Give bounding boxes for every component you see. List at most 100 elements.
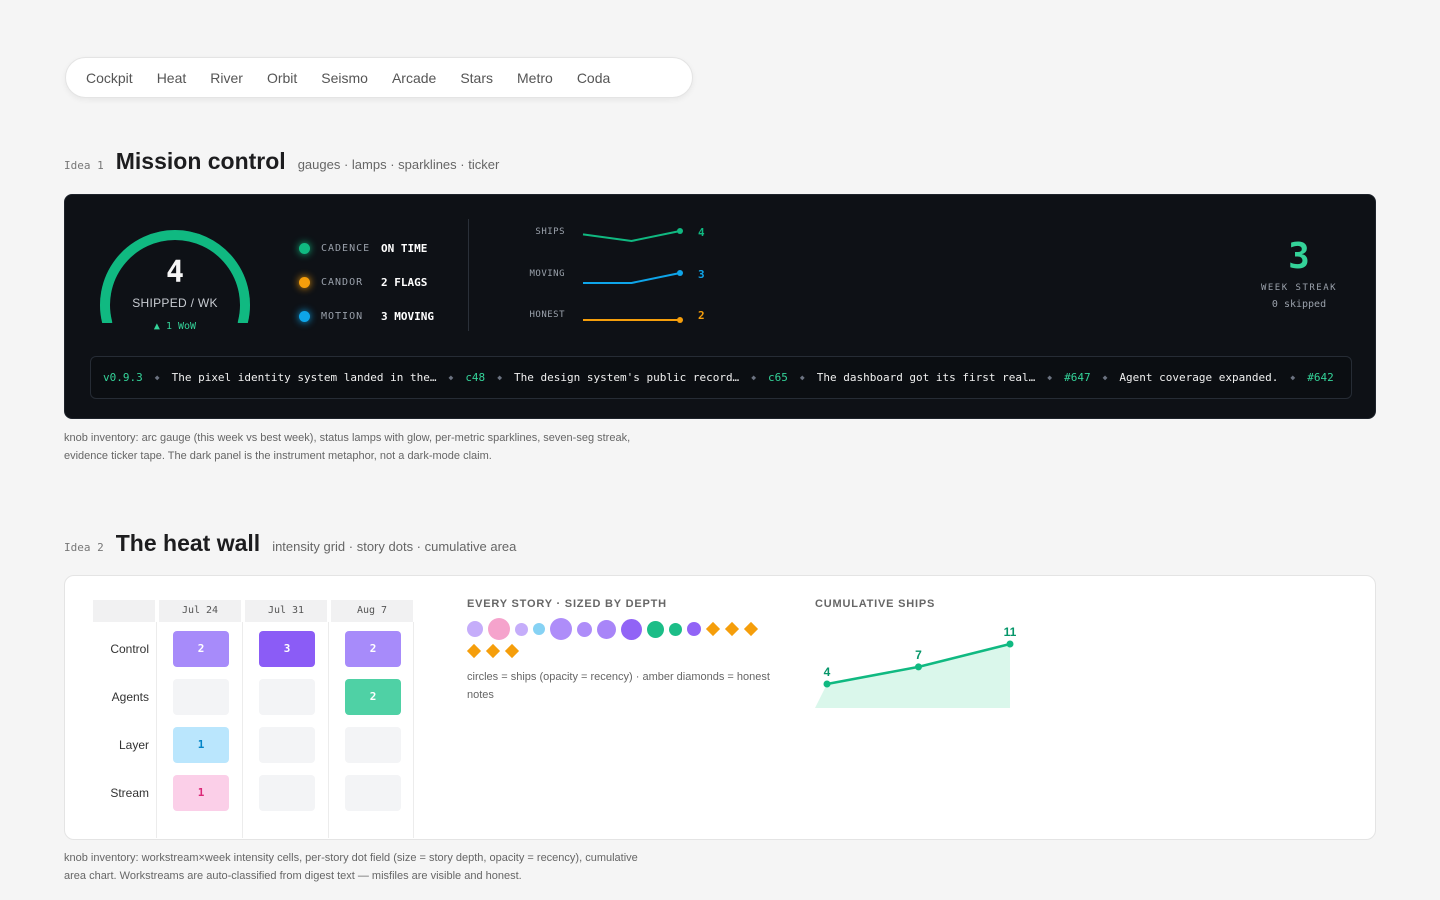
honest-note-diamond[interactable] [466,643,482,659]
streak-label: WEEK STREAK [1260,283,1338,293]
lamp-candor-indicator [299,276,310,288]
lamp-motion-name: MOTION [321,310,364,322]
cumulative-ships: CUMULATIVE SHIPS 4 7 11 [815,598,1075,721]
idea2-note: knob inventory: workstream×week intensit… [64,849,638,885]
honest-note-diamond[interactable] [724,621,740,637]
week-header: Aug 7 [331,600,413,622]
streak-sub: 0 skipped [1271,299,1327,310]
grid-line [242,622,243,838]
ticker-separator: ◆ [497,373,503,382]
week-header: Jul 24 [159,600,241,622]
spark-honest-value: 2 [698,309,705,322]
cumulative-label: 11 [1004,625,1017,639]
heat-cell[interactable] [259,727,315,763]
heat-cell[interactable]: 2 [345,631,401,667]
idea1-index: Idea 1 [64,159,104,172]
sparkline-chart [582,228,683,323]
evidence-ticker: v0.9.3 ◆ The pixel identity system lande… [90,356,1352,399]
heat-wall-panel: Jul 24 Jul 31 Aug 7 Control Agents Layer… [64,575,1376,840]
cumulative-point[interactable] [823,680,831,688]
story-dot[interactable] [669,622,682,636]
cumulative-area-chart: 4 7 11 [815,625,1017,708]
ticker-tag[interactable]: v0.9.3 [103,371,143,384]
heat-cell[interactable] [173,679,229,715]
ticker-separator: ◆ [751,373,757,382]
ticker-separator: ◆ [1290,373,1296,382]
story-dot[interactable] [687,622,701,636]
honest-note-diamond[interactable] [485,643,501,659]
honest-note-diamond[interactable] [743,621,759,637]
tab-river[interactable]: River [198,70,255,86]
ticker-item: Agent coverage expanded. [1119,371,1279,384]
heat-cell[interactable]: 2 [173,631,229,667]
honest-note-diamond[interactable] [504,643,520,659]
gauge-value: 4 [165,255,185,290]
grid-line [413,622,414,838]
spark-ships-value: 4 [698,226,705,239]
heat-cell[interactable]: 2 [345,679,401,715]
panel-divider [468,219,469,331]
streak-value: 3 [1288,236,1310,277]
tab-metro[interactable]: Metro [505,70,565,86]
row-label-control: Control [110,642,149,656]
story-dot[interactable] [533,623,545,635]
ticker-separator: ◆ [448,373,454,382]
ticker-separator: ◆ [799,373,805,382]
row-label-layer: Layer [118,738,149,752]
ticker-separator: ◆ [1047,373,1053,382]
story-dot[interactable] [488,618,510,640]
row-label-stream: Stream [110,786,149,800]
lamp-candor: CANDOR 2 FLAGS [299,265,434,299]
cumulative-point[interactable] [915,663,922,671]
idea2-header: Idea 2 The heat wall intensity grid · st… [64,530,516,557]
idea2-note-line1: knob inventory: workstream×week intensit… [64,852,638,864]
idea2-subtitle: intensity grid · story dots · cumulative… [272,539,517,554]
ticker-item: The design system's public record… [514,371,740,384]
story-dot[interactable] [515,622,528,636]
honest-note-diamond[interactable] [705,621,721,637]
spark-moving-value: 3 [698,268,705,281]
sparkline-endpoint [677,228,683,234]
ticker-tag[interactable]: c48 [465,371,485,384]
tab-orbit[interactable]: Orbit [255,70,309,86]
ticker-item: The pixel identity system landed in the… [171,371,437,384]
heat-cell[interactable]: 1 [173,727,229,763]
lamp-cadence: CADENCE ON TIME [299,231,434,265]
story-dot[interactable] [621,618,642,640]
lamp-cadence-indicator [299,242,310,254]
heat-cell[interactable]: 1 [173,775,229,811]
heat-cell[interactable] [259,775,315,811]
grid-corner [93,600,155,622]
tab-arcade[interactable]: Arcade [380,70,448,86]
cumulative-area [815,644,1010,708]
tab-seismo[interactable]: Seismo [309,70,380,86]
heat-cell[interactable] [345,727,401,763]
story-dots: EVERY STORY · SIZED BY DEPTH circles = s… [466,598,777,704]
tab-heat[interactable]: Heat [145,70,199,86]
ticker-tag[interactable]: #647 [1064,371,1091,384]
story-dot[interactable] [467,621,483,637]
idea1-header: Idea 1 Mission control gauges · lamps · … [64,148,499,175]
status-lamps: CADENCE ON TIME CANDOR 2 FLAGS MOTION 3 … [299,231,434,333]
sparklines: SHIPS MOVING HONEST 4 3 2 [505,217,745,337]
idea1-note-line1: knob inventory: arc gauge (this week vs … [64,432,631,444]
story-dot[interactable] [647,620,664,638]
heat-cell[interactable] [345,775,401,811]
cumulative-label: 7 [915,648,922,662]
week-header: Jul 31 [245,600,327,622]
heat-cell[interactable]: 3 [259,631,315,667]
tab-stars[interactable]: Stars [448,70,505,86]
gauge-delta: ▲ 1 WoW [153,321,197,332]
lamp-cadence-value: ON TIME [381,241,428,255]
ticker-tag[interactable]: c65 [768,371,788,384]
cumulative-label: 4 [824,665,831,679]
heat-cell[interactable] [259,679,315,715]
ticker-tag[interactable]: #642 [1307,371,1334,384]
story-dot[interactable] [577,621,592,637]
cumulative-point[interactable] [1006,640,1014,648]
tab-coda[interactable]: Coda [565,70,622,86]
story-dot[interactable] [550,618,572,640]
week-streak: 3 WEEK STREAK 0 skipped [1259,235,1339,310]
tab-cockpit[interactable]: Cockpit [74,70,145,86]
story-dot[interactable] [597,619,616,639]
